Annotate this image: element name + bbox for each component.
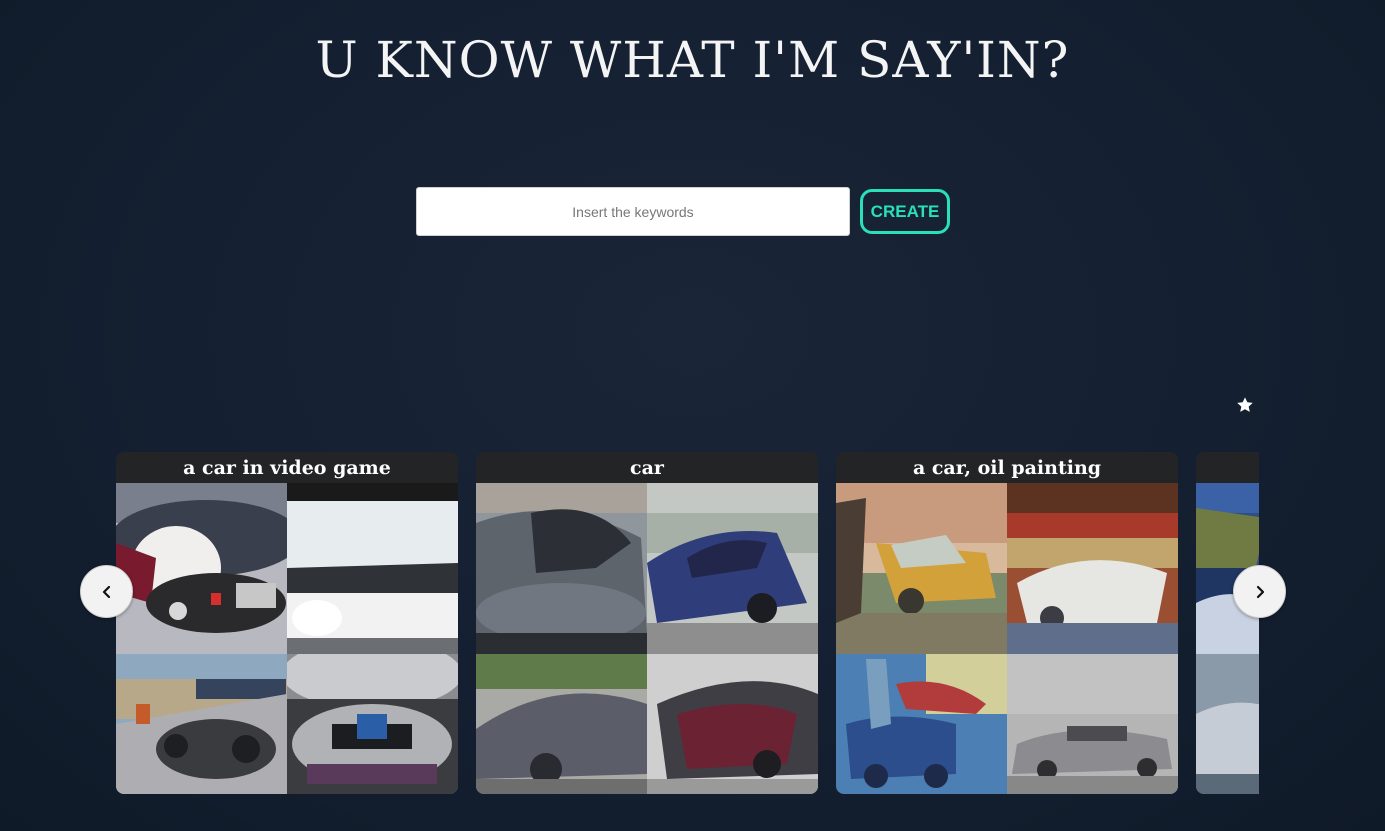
chevron-right-icon: [1256, 585, 1264, 598]
generated-image[interactable]: [1007, 483, 1178, 654]
generated-image[interactable]: [836, 483, 1007, 654]
gallery-card[interactable]: [1196, 452, 1259, 794]
generated-image[interactable]: [1007, 654, 1178, 794]
generated-image[interactable]: [476, 483, 647, 654]
gallery-card[interactable]: car: [476, 452, 818, 794]
card-title: a car in video game: [116, 452, 458, 483]
generated-image[interactable]: [836, 654, 1007, 794]
carousel-track: a car in video game car a car, oil paint…: [116, 452, 1259, 794]
image-carousel: a car in video game car a car, oil paint…: [116, 452, 1259, 794]
gallery-card[interactable]: a car in video game: [116, 452, 458, 794]
generated-image[interactable]: [287, 483, 458, 654]
carousel-prev-button[interactable]: [80, 565, 133, 618]
chevron-left-icon: [102, 585, 110, 598]
card-title: a car, oil painting: [836, 452, 1178, 483]
star-icon[interactable]: [1236, 396, 1254, 414]
generated-image[interactable]: [287, 654, 458, 794]
generated-image[interactable]: [1196, 654, 1259, 794]
gallery-card[interactable]: a car, oil painting: [836, 452, 1178, 794]
generated-image[interactable]: [647, 483, 818, 654]
create-button[interactable]: CREATE: [860, 189, 950, 234]
generated-image[interactable]: [476, 654, 647, 794]
keywords-input[interactable]: [416, 187, 850, 236]
generated-image[interactable]: [647, 654, 818, 794]
generated-image[interactable]: [116, 483, 287, 654]
card-title: car: [476, 452, 818, 483]
search-bar: CREATE: [416, 187, 950, 236]
page-title: U KNOW WHAT I'M SAY'IN?: [315, 31, 1070, 89]
generated-image[interactable]: [116, 654, 287, 794]
carousel-next-button[interactable]: [1233, 565, 1286, 618]
card-title: [1196, 452, 1259, 483]
